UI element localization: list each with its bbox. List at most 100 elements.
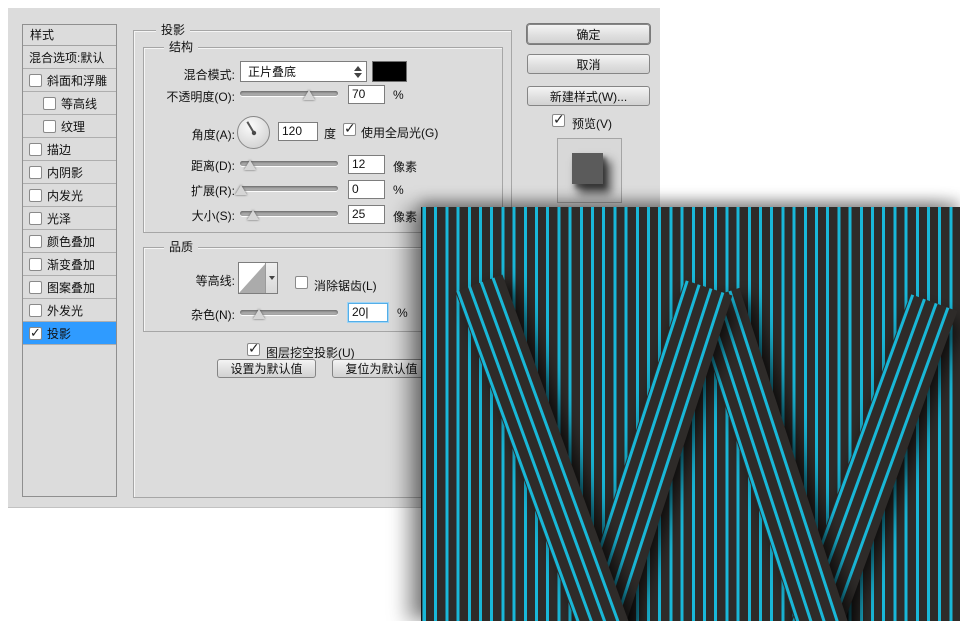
list-item-label: 等高线 <box>61 95 97 112</box>
distance-unit: 像素 <box>393 158 417 175</box>
group-title: 品质 <box>164 240 198 255</box>
spread-input[interactable]: 0 <box>348 180 385 199</box>
opacity-input[interactable]: 70 <box>348 85 385 104</box>
list-item-label: 渐变叠加 <box>47 256 95 273</box>
list-item-label: 纹理 <box>61 118 85 135</box>
noise-label: 杂色(N): <box>150 306 235 323</box>
blend-mode-select[interactable]: 正片叠底 <box>240 61 367 82</box>
new-style-button[interactable]: 新建样式(W)... <box>527 86 650 106</box>
checkbox[interactable] <box>29 166 42 179</box>
list-item-label: 外发光 <box>47 302 83 319</box>
list-item-inner-shadow[interactable]: 内阴影 <box>23 161 116 184</box>
set-default-button[interactable]: 设置为默认值 <box>217 359 316 378</box>
antialias-label: 消除锯齿(L) <box>314 277 377 294</box>
list-item-label: 投影 <box>47 325 71 342</box>
list-item-stroke[interactable]: 描边 <box>23 138 116 161</box>
opacity-slider-thumb[interactable] <box>303 90 315 100</box>
size-slider-thumb[interactable] <box>247 210 259 220</box>
list-item-texture[interactable]: 纹理 <box>23 115 116 138</box>
artwork-canvas <box>421 207 960 621</box>
noise-slider[interactable] <box>240 310 338 315</box>
antialias-checkbox[interactable] <box>295 276 308 289</box>
layer-style-dialog: 样式 混合选项:默认 斜面和浮雕 等高线 纹理 描边 内阴影 内发光 <box>0 0 960 621</box>
preview-shadow-square <box>572 153 603 184</box>
contour-label: 等高线: <box>150 272 235 289</box>
list-item-pattern-overlay[interactable]: 图案叠加 <box>23 276 116 299</box>
checkbox[interactable]: ✓ <box>29 327 42 340</box>
list-item-label: 内发光 <box>47 187 83 204</box>
text-caret: | <box>365 305 368 319</box>
contour-preview-icon <box>239 263 265 293</box>
checkbox[interactable] <box>29 281 42 294</box>
shadow-color-swatch[interactable] <box>372 61 407 82</box>
opacity-unit: % <box>393 88 404 102</box>
reset-default-button[interactable]: 复位为默认值 <box>332 359 431 378</box>
knockout-checkbox[interactable]: ✓ <box>247 343 260 356</box>
opacity-label: 不透明度(O): <box>128 88 235 105</box>
check-icon: ✓ <box>553 111 565 128</box>
size-slider[interactable] <box>240 211 338 216</box>
size-label: 大小(S): <box>145 207 235 224</box>
spread-slider[interactable] <box>240 186 338 191</box>
list-item-satin[interactable]: 光泽 <box>23 207 116 230</box>
checkbox[interactable] <box>29 235 42 248</box>
angle-label: 角度(A): <box>145 126 235 143</box>
list-item-blending-options[interactable]: 混合选项:默认 <box>23 46 116 69</box>
check-icon: ✓ <box>248 340 260 357</box>
distance-label: 距离(D): <box>145 157 235 174</box>
checkbox[interactable] <box>43 120 56 133</box>
global-light-label: 使用全局光(G) <box>361 124 438 141</box>
list-item-label: 混合选项:默认 <box>29 49 104 66</box>
angle-needle-icon <box>238 117 271 150</box>
angle-input[interactable]: 120 <box>278 122 318 141</box>
checkbox[interactable] <box>29 189 42 202</box>
preview-label: 预览(V) <box>572 115 612 132</box>
spread-slider-thumb[interactable] <box>235 185 247 195</box>
check-icon: ✓ <box>344 120 356 137</box>
angle-dial[interactable] <box>237 116 270 149</box>
global-light-checkbox[interactable]: ✓ <box>343 123 356 136</box>
list-item-color-overlay[interactable]: 颜色叠加 <box>23 230 116 253</box>
distance-input[interactable]: 12 <box>348 155 385 174</box>
ok-button[interactable]: 确定 <box>527 24 650 44</box>
style-preview-thumbnail <box>557 138 622 203</box>
blend-mode-value: 正片叠底 <box>241 63 350 80</box>
distance-slider-thumb[interactable] <box>244 160 256 170</box>
w-stroke-left-down <box>455 275 628 621</box>
noise-unit: % <box>397 306 408 320</box>
opacity-slider[interactable] <box>240 91 338 96</box>
preview-checkbox[interactable]: ✓ <box>552 114 565 127</box>
list-item-label: 图案叠加 <box>47 279 95 296</box>
group-title: 结构 <box>164 40 198 55</box>
blend-mode-label: 混合模式: <box>145 66 235 83</box>
list-item-bevel-emboss[interactable]: 斜面和浮雕 <box>23 69 116 92</box>
size-unit: 像素 <box>393 208 417 225</box>
noise-value: 20 <box>352 305 365 319</box>
list-item-label: 描边 <box>47 141 71 158</box>
spread-label: 扩展(R): <box>145 182 235 199</box>
checkbox[interactable] <box>43 97 56 110</box>
contour-dropdown-arrow-icon[interactable] <box>265 263 277 293</box>
list-item-label: 颜色叠加 <box>47 233 95 250</box>
cancel-button[interactable]: 取消 <box>527 54 650 74</box>
styles-list: 样式 混合选项:默认 斜面和浮雕 等高线 纹理 描边 内阴影 内发光 <box>22 24 117 497</box>
checkbox[interactable] <box>29 212 42 225</box>
list-item-label: 内阴影 <box>47 164 83 181</box>
noise-input[interactable]: 20| <box>348 303 388 322</box>
list-item-contour[interactable]: 等高线 <box>23 92 116 115</box>
list-item-drop-shadow[interactable]: ✓ 投影 <box>23 322 116 345</box>
size-input[interactable]: 25 <box>348 205 385 224</box>
styles-list-header: 样式 <box>23 25 116 46</box>
list-item-label: 斜面和浮雕 <box>47 72 107 89</box>
contour-picker[interactable] <box>238 262 278 294</box>
noise-slider-thumb[interactable] <box>253 309 265 319</box>
spread-unit: % <box>393 183 404 197</box>
checkbox[interactable] <box>29 143 42 156</box>
checkbox[interactable] <box>29 304 42 317</box>
distance-slider[interactable] <box>240 161 338 166</box>
checkbox[interactable] <box>29 74 42 87</box>
list-item-gradient-overlay[interactable]: 渐变叠加 <box>23 253 116 276</box>
list-item-outer-glow[interactable]: 外发光 <box>23 299 116 322</box>
list-item-inner-glow[interactable]: 内发光 <box>23 184 116 207</box>
checkbox[interactable] <box>29 258 42 271</box>
